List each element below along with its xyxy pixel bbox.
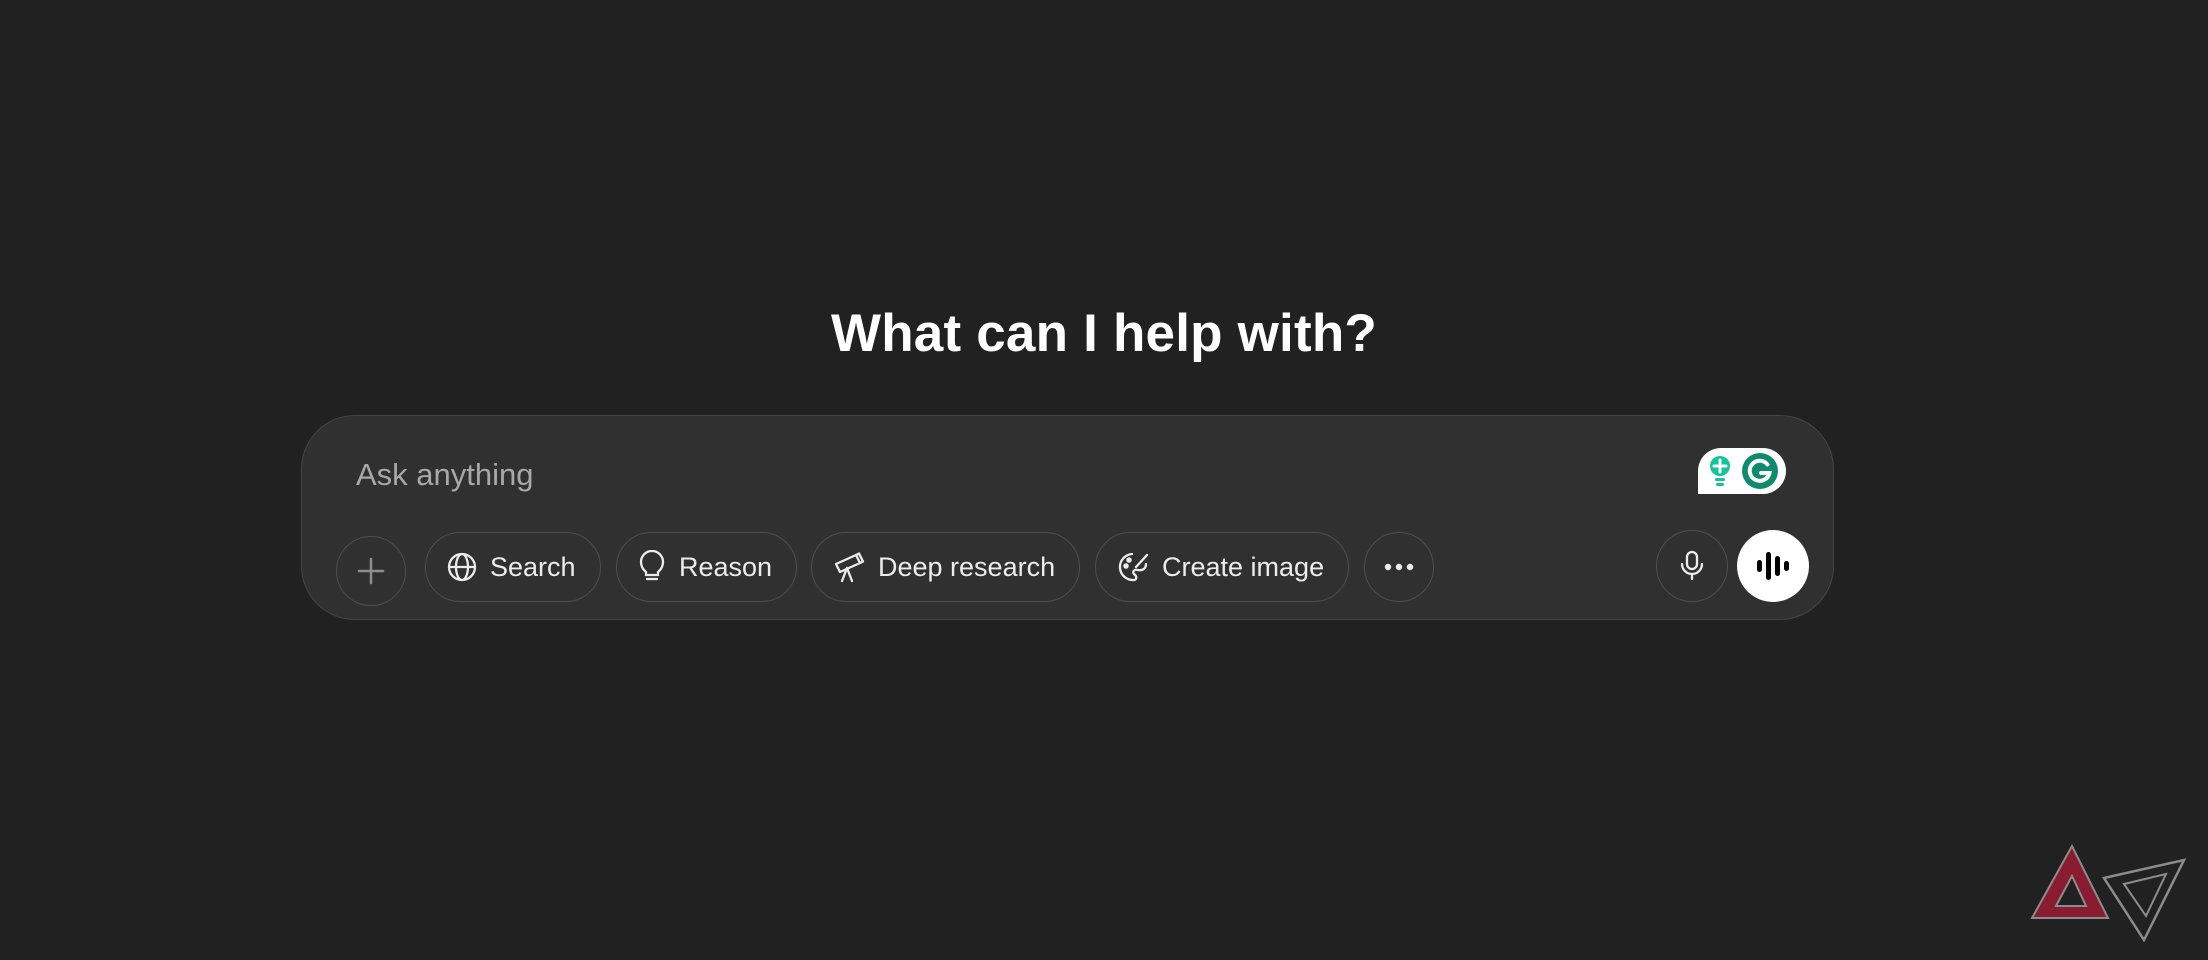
reason-label: Reason	[679, 551, 773, 582]
create-image-button[interactable]: Create image	[1095, 532, 1350, 602]
reason-button[interactable]: Reason	[616, 532, 798, 602]
palette-icon	[1116, 550, 1150, 584]
attach-button[interactable]	[336, 536, 406, 606]
composer-toolbar: Search Reason Deep research Create image	[336, 530, 1809, 606]
lightbulb-icon	[637, 550, 667, 584]
grammarly-logo-icon	[1741, 452, 1779, 490]
grammarly-lightbulb-icon	[1706, 454, 1734, 488]
voice-mode-button[interactable]	[1737, 530, 1809, 602]
deep-research-label: Deep research	[878, 551, 1056, 582]
deep-research-button[interactable]: Deep research	[811, 532, 1081, 602]
microphone-icon	[1679, 550, 1705, 582]
create-image-label: Create image	[1162, 551, 1325, 582]
page-title: What can I help with?	[831, 304, 1377, 363]
globe-icon	[446, 551, 478, 583]
prompt-input[interactable]	[356, 450, 1656, 500]
search-label: Search	[490, 551, 576, 582]
telescope-icon	[832, 550, 866, 584]
grammarly-widget[interactable]	[1698, 448, 1786, 494]
chat-home: What can I help with? Ask anything Searc…	[0, 0, 2208, 960]
voice-waveform-icon	[1755, 549, 1791, 583]
android-police-watermark	[2028, 842, 2188, 942]
more-tools-button[interactable]	[1364, 532, 1434, 602]
search-button[interactable]: Search	[425, 532, 601, 602]
composer: Search Reason	[301, 415, 1834, 620]
plus-icon	[356, 556, 386, 586]
dictate-button[interactable]	[1656, 530, 1728, 602]
ellipsis-icon	[1383, 563, 1415, 571]
android-police-logo-icon	[2028, 842, 2188, 942]
